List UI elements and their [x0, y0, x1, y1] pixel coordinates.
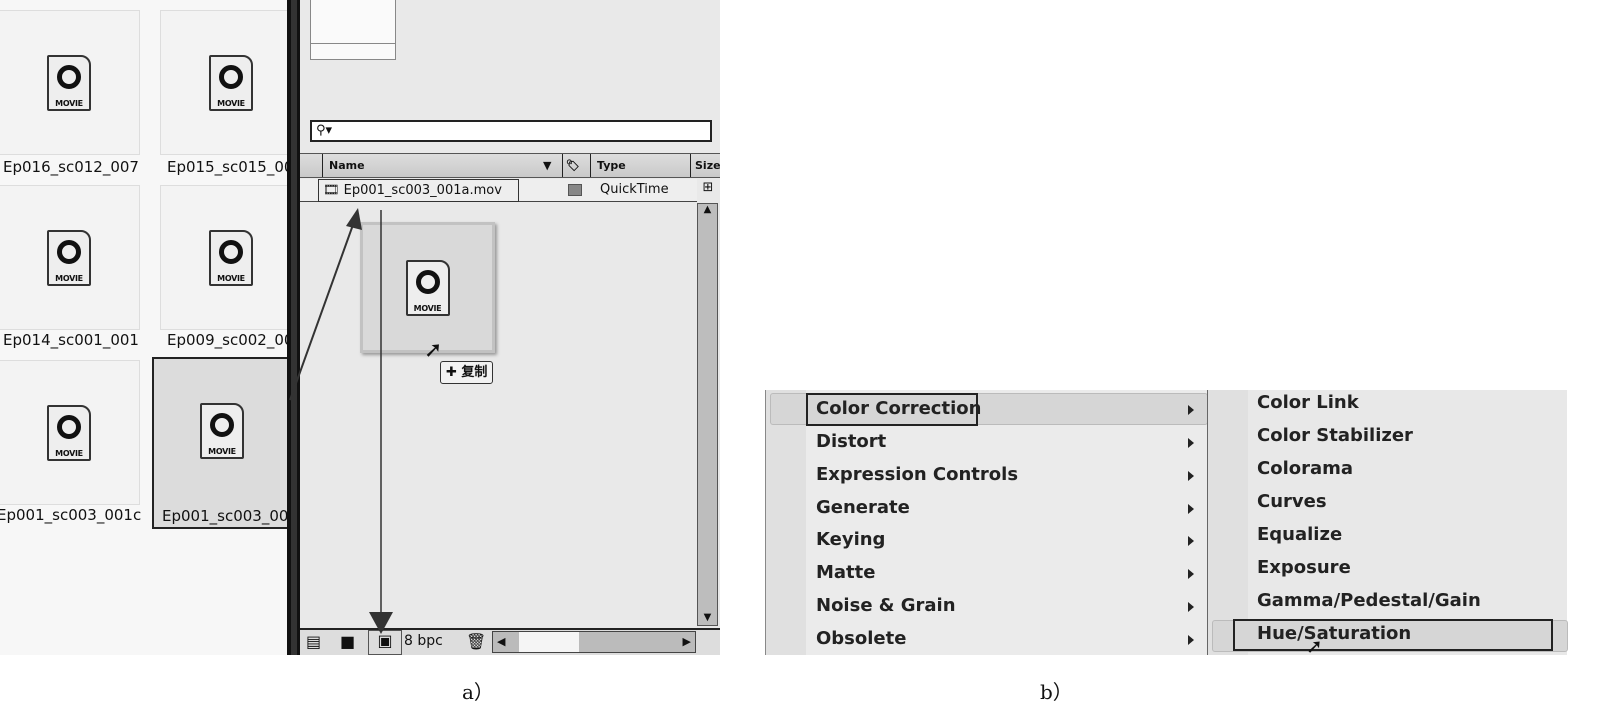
submenu-item-selected[interactable]: Hue/Saturation — [1257, 623, 1411, 644]
submenu-item[interactable]: Exposure — [1257, 557, 1351, 578]
submenu-item[interactable]: Colorama — [1257, 458, 1353, 479]
caption-b: b） — [1040, 680, 1073, 704]
drag-path-arrow — [289, 221, 355, 401]
submenu-item[interactable]: Color Link — [1257, 392, 1359, 413]
caption-a: a） — [462, 680, 494, 704]
submenu-item[interactable]: Curves — [1257, 491, 1327, 512]
drag-arrowhead — [346, 208, 362, 230]
drop-arrowhead — [369, 612, 393, 634]
submenu-item[interactable]: Gamma/Pedestal/Gain — [1257, 590, 1481, 611]
submenu-item[interactable]: Equalize — [1257, 524, 1342, 545]
cursor-icon: ➚ — [1306, 634, 1323, 658]
submenu-item[interactable]: Color Stabilizer — [1257, 425, 1413, 446]
drag-arrows — [289, 208, 393, 634]
